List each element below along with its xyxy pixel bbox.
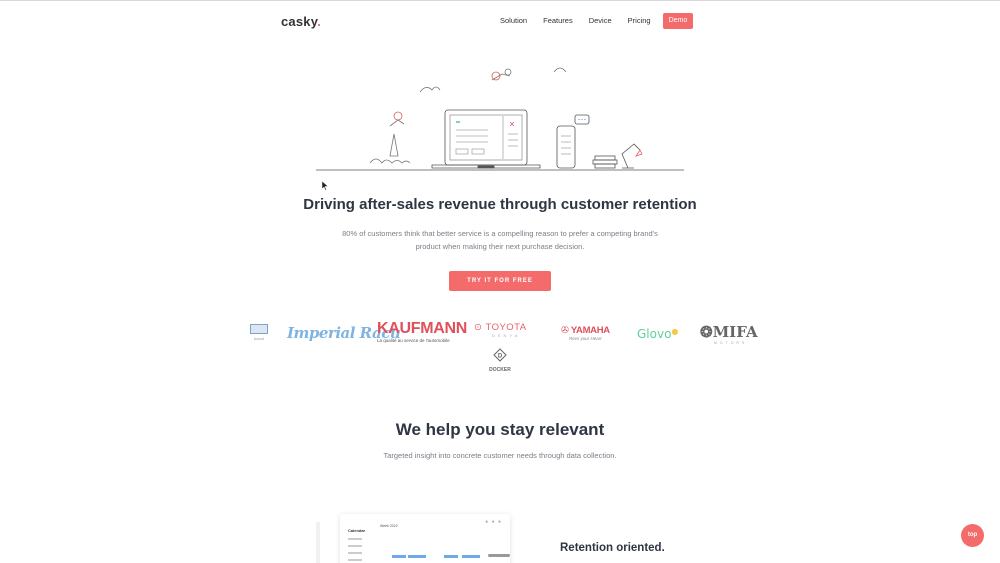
section-title: We help you stay relevant <box>395 420 605 439</box>
nav-features[interactable]: Features <box>543 13 573 29</box>
hero-illustration <box>316 67 684 171</box>
window-controls-icon: ● ● ● <box>485 519 502 525</box>
hero-headline: Driving after-sales revenue through cust… <box>303 196 697 213</box>
calendar-event <box>444 555 458 558</box>
mifa-emblem-icon: ❂ <box>700 323 713 341</box>
brand-logo-kaufmann: KAUFMANN La qualité au service de l'auto… <box>377 320 468 343</box>
brand-logo-mark: brand <box>244 324 274 342</box>
nav-solution[interactable]: Solution <box>500 13 527 29</box>
dashboard-preview: ● ● ● Calendar Week 2022 <box>340 514 510 563</box>
brand-logo-glovo: Glovo● <box>637 327 679 341</box>
section-subtitle: Targeted insight into concrete customer … <box>383 451 617 460</box>
dashboard-row <box>348 538 362 540</box>
toyota-emblem-icon: ⊙ <box>474 322 483 333</box>
hero-subtext: 80% of customers think that better servi… <box>342 229 658 251</box>
demo-button[interactable]: Demo <box>662 13 694 29</box>
logo-text: casky <box>281 14 318 29</box>
main-nav: Solution Features Device Pricing Demo <box>500 13 694 29</box>
brand-logo-mifa: ❂MIFA MOTORS <box>700 323 758 345</box>
calendar-event <box>462 555 480 558</box>
feature-title: Retention oriented. <box>560 542 665 554</box>
dashboard-row <box>348 545 362 547</box>
docker-emblem-icon: D <box>493 348 507 362</box>
nav-device[interactable]: Device <box>589 13 612 29</box>
brand-logo-toyota: ⊙ TOYOTA DENYA <box>474 322 527 338</box>
top-border <box>0 0 1000 1</box>
dashboard-back-card <box>316 522 320 563</box>
glovo-pin-icon: ● <box>671 327 679 336</box>
dashboard-row <box>348 559 362 561</box>
calendar-event <box>408 555 426 558</box>
brand-logo-docker: D DOCKER <box>486 348 514 373</box>
brand-logo-yamaha: ✇ YAMAHA Revs your Heart <box>561 325 610 341</box>
scroll-top-button[interactable]: top <box>961 524 984 547</box>
client-logos: brand Imperial Racu KAUFMANN La qualité … <box>0 318 1000 378</box>
dashboard-row <box>348 552 362 554</box>
logo-dot: . <box>317 14 321 29</box>
dashboard-scrollbar[interactable] <box>488 554 510 557</box>
calendar-event <box>392 555 406 558</box>
casky-logo[interactable]: casky. <box>281 14 321 29</box>
dashboard-title: Calendar <box>348 528 366 533</box>
yamaha-emblem-icon: ✇ <box>561 325 569 336</box>
svg-text:D: D <box>498 354 503 360</box>
mouse-cursor-icon <box>322 181 329 191</box>
nav-pricing[interactable]: Pricing <box>628 13 651 29</box>
dashboard-period: Week 2022 <box>380 524 398 528</box>
try-free-button[interactable]: TRY IT FOR FREE <box>449 271 551 291</box>
